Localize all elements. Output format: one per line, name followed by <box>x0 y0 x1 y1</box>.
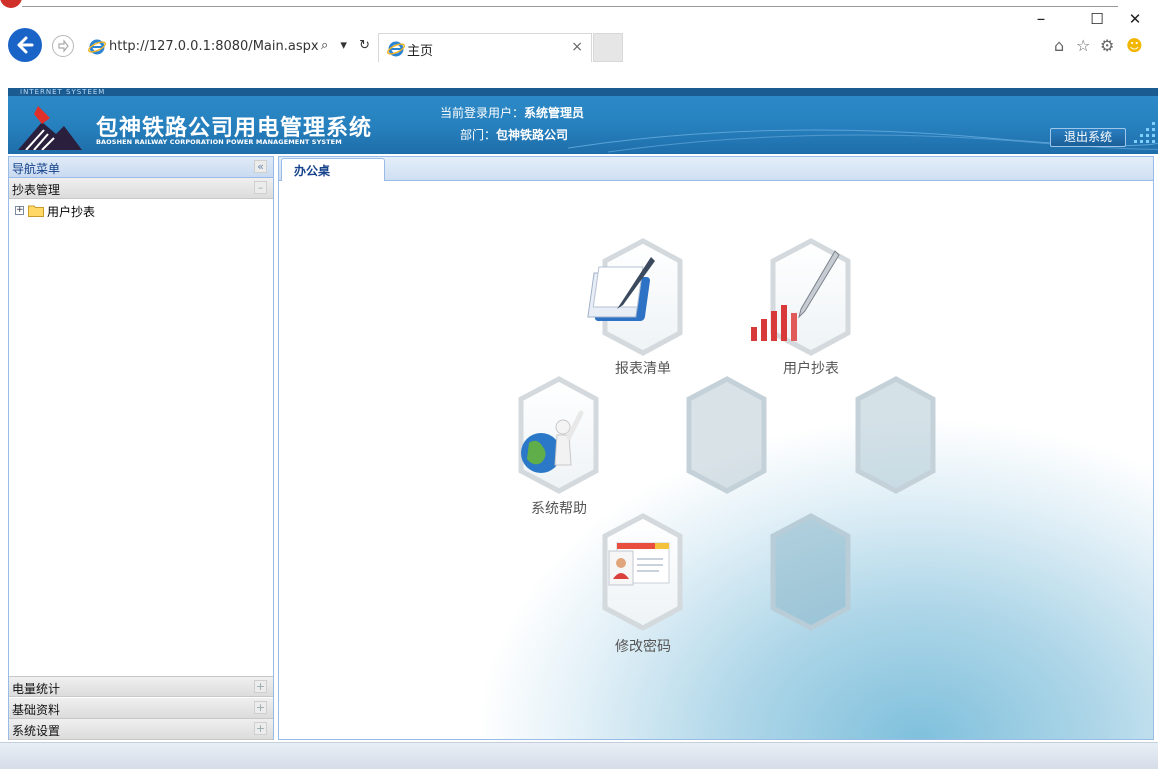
header-top-strip <box>8 88 1158 96</box>
section-meter-management[interactable]: 抄表管理 – <box>9 178 273 199</box>
section-label[interactable]: 系统设置 <box>12 722 60 739</box>
empty-hex-tile <box>770 513 851 631</box>
logout-button[interactable]: 退出系统 <box>1050 128 1126 147</box>
section-power-statistics[interactable]: 电量统计 + <box>9 676 273 697</box>
tile-label: 用户抄表 <box>783 360 839 377</box>
app-logo-icon <box>0 0 22 8</box>
section-expand-icon[interactable]: + <box>254 701 267 714</box>
back-button[interactable] <box>8 28 42 62</box>
section-basic-data[interactable]: 基础资料 + <box>9 698 273 719</box>
tile-meter-reading[interactable]: 用户抄表 <box>751 238 851 377</box>
tile-report-list[interactable]: 报表清单 <box>587 238 683 377</box>
favorites-star-icon[interactable]: ☆ <box>1076 36 1090 55</box>
tab-title: 主页 <box>407 44 434 59</box>
navigation-sidebar: 导航菜单 « 抄表管理 – + 用户抄表 电量统计 + 基础资料 + 系统设置 … <box>8 156 274 740</box>
folder-icon <box>28 205 44 217</box>
current-user-info: 当前登录用户：系统管理员 <box>440 104 584 121</box>
address-search-refresh-icon[interactable]: ⌕ ▾ ↻ <box>321 38 374 53</box>
section-expand-icon[interactable]: + <box>254 680 267 693</box>
address-bar[interactable]: http://127.0.0.1:8080/Main.aspx ⌕ ▾ ↻ <box>84 33 376 59</box>
tree-expand-icon[interactable]: + <box>15 206 24 215</box>
current-user-label: 当前登录用户： <box>440 106 525 120</box>
status-bar <box>0 742 1158 769</box>
section-label[interactable]: 基础资料 <box>12 701 60 718</box>
ie-tab-icon <box>387 41 405 57</box>
section-label[interactable]: 抄表管理 <box>12 181 60 198</box>
nav-menu-header: 导航菜单 « <box>9 157 273 178</box>
browser-tab[interactable]: 主页 × <box>378 33 592 62</box>
back-arrow-icon <box>17 36 34 54</box>
tile-label: 系统帮助 <box>531 501 587 517</box>
forward-button[interactable] <box>52 35 74 57</box>
hexagon-tiles: 报表清单 用户抄表 系统帮助 修改密码 <box>518 238 936 655</box>
tile-system-help[interactable]: 系统帮助 <box>518 376 599 517</box>
tile-label: 修改密码 <box>615 638 671 655</box>
nav-menu-title: 导航菜单 <box>12 162 61 176</box>
browser-toolbar-icons: ⌂ ☆ ⚙ ☻ <box>1054 36 1150 56</box>
tab-desktop-label[interactable]: 办公桌 <box>294 162 330 179</box>
empty-hex-tile <box>855 376 936 494</box>
department-value: 包神铁路公司 <box>496 128 569 142</box>
section-label[interactable]: 电量统计 <box>12 680 60 697</box>
change-password-icon <box>608 542 670 586</box>
main-panel: 办公桌 报表清单 用户抄表 系统帮助 修改密码 <box>278 156 1154 740</box>
window-top-border <box>22 6 1118 7</box>
new-tab-button[interactable] <box>593 33 623 62</box>
settings-gear-icon[interactable]: ⚙ <box>1100 36 1114 55</box>
desktop-area: 报表清单 用户抄表 系统帮助 修改密码 <box>279 181 1153 739</box>
tab-desktop[interactable]: 办公桌 <box>281 158 385 182</box>
railway-logo-icon <box>18 106 82 150</box>
report-list-icon <box>587 257 655 321</box>
tab-close-icon[interactable]: × <box>571 39 583 55</box>
window-maximize-button[interactable]: ☐ <box>1082 8 1112 30</box>
department-info: 部门：包神铁路公司 <box>460 126 568 143</box>
collapse-sidebar-icon[interactable]: « <box>254 160 267 173</box>
header-dots-icon <box>1134 122 1155 143</box>
forward-arrow-icon <box>58 39 69 53</box>
tile-label: 报表清单 <box>615 361 671 377</box>
section-expand-icon[interactable]: + <box>254 722 267 735</box>
section-system-settings[interactable]: 系统设置 + <box>9 719 273 740</box>
window-minimize-button[interactable]: – <box>1026 8 1056 30</box>
address-url[interactable]: http://127.0.0.1:8080/Main.aspx <box>109 39 319 54</box>
tile-change-password[interactable]: 修改密码 <box>602 513 683 655</box>
header-badge: INTERNET SYSTEEM <box>20 88 106 96</box>
empty-hex-tile <box>686 376 767 494</box>
department-label: 部门： <box>460 128 497 142</box>
home-icon[interactable]: ⌂ <box>1054 36 1064 55</box>
app-header: INTERNET SYSTEEM 包神铁路公司用电管理系统 BAOSHEN RA… <box>8 88 1158 154</box>
smiley-feedback-icon[interactable]: ☻ <box>1126 36 1143 55</box>
main-tab-strip: 办公桌 <box>279 157 1153 182</box>
system-subtitle: BAOSHEN RAILWAY CORPORATION POWER MANAGE… <box>96 138 342 146</box>
tree-item-user-meter-reading[interactable]: 用户抄表 <box>47 203 95 220</box>
section-collapse-icon[interactable]: – <box>254 181 267 194</box>
window-close-button[interactable]: ✕ <box>1120 8 1150 30</box>
ie-page-icon <box>88 39 106 55</box>
browser-chrome: – ☐ ✕ http://127.0.0.1:8080/Main.aspx ⌕ … <box>0 0 1158 88</box>
